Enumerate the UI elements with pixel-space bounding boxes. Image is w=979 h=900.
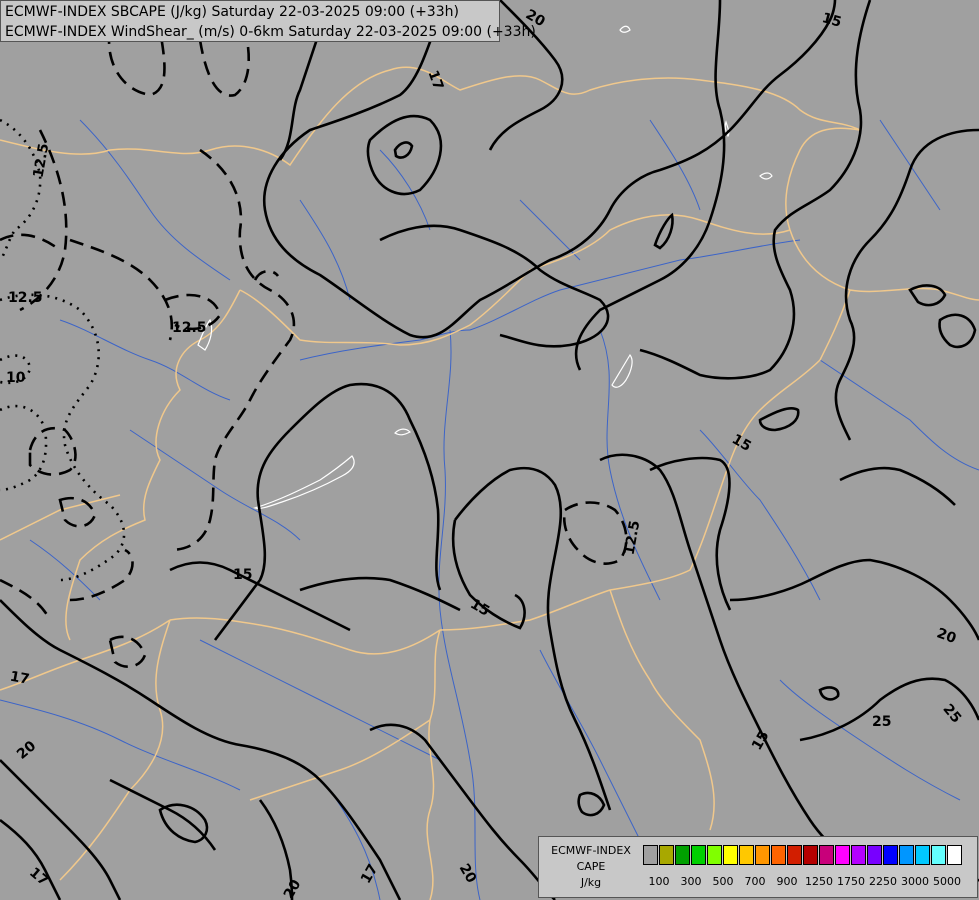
legend-swatch <box>931 845 946 865</box>
legend-swatch <box>707 845 722 865</box>
header-line-windshear: ECMWF-INDEX WindShear_ (m/s) 0-6km Satur… <box>5 24 536 40</box>
legend-swatch <box>723 845 738 865</box>
legend-swatch <box>675 845 690 865</box>
legend-swatch <box>851 845 866 865</box>
legend-tick-label: 700 <box>744 875 766 888</box>
legend-tick-label: 300 <box>680 875 702 888</box>
legend-swatch <box>771 845 786 865</box>
legend-tick-label: 5000 <box>933 875 961 888</box>
legend-swatch <box>755 845 770 865</box>
map-background <box>0 0 979 900</box>
legend-color-scale <box>643 845 963 865</box>
legend-title-variable: CAPE <box>576 860 606 873</box>
legend-tick-label: 2250 <box>869 875 897 888</box>
map-header: ECMWF-INDEX SBCAPE (J/kg) Saturday 22-03… <box>0 0 536 42</box>
legend-swatch <box>883 845 898 865</box>
contour-label: 12.5 <box>172 320 207 336</box>
legend-tick-label: 1750 <box>837 875 865 888</box>
legend-swatch <box>867 845 882 865</box>
legend-swatch <box>803 845 818 865</box>
contour-label: 12.5 <box>8 290 43 306</box>
legend-swatch <box>899 845 914 865</box>
legend-swatch <box>819 845 834 865</box>
legend-title-source: ECMWF-INDEX <box>551 844 631 857</box>
legend-tick-labels: 100 300 500 700 900 1250 1750 2250 3000 5000 <box>643 875 973 889</box>
legend-swatch <box>739 845 754 865</box>
legend-title-unit: J/kg <box>580 876 602 889</box>
legend-title: ECMWF-INDEX CAPE J/kg <box>543 843 639 891</box>
cape-legend: ECMWF-INDEX CAPE J/kg 100 300 500 700 900 125… <box>538 836 978 898</box>
legend-swatch <box>915 845 930 865</box>
legend-swatch <box>947 845 962 865</box>
legend-swatch <box>659 845 674 865</box>
legend-swatch <box>787 845 802 865</box>
header-line-sbcape: ECMWF-INDEX SBCAPE (J/kg) Saturday 22-03… <box>5 4 459 20</box>
legend-swatch <box>643 845 658 865</box>
legend-tick-label: 1250 <box>805 875 833 888</box>
contour-label: 17 <box>9 669 31 688</box>
contour-label: 15 <box>233 567 252 583</box>
legend-swatch <box>691 845 706 865</box>
legend-swatch <box>835 845 850 865</box>
contour-label: 10 <box>6 370 26 386</box>
legend-tick-label: 500 <box>712 875 734 888</box>
contour-label: 25 <box>872 714 891 730</box>
legend-tick-label: 900 <box>776 875 798 888</box>
legend-tick-label: 3000 <box>901 875 929 888</box>
legend-tick-label: 100 <box>648 875 670 888</box>
weather-map: 20 15 17 12.5 12.5 12.5 10 15 15 15 15 1… <box>0 0 979 900</box>
